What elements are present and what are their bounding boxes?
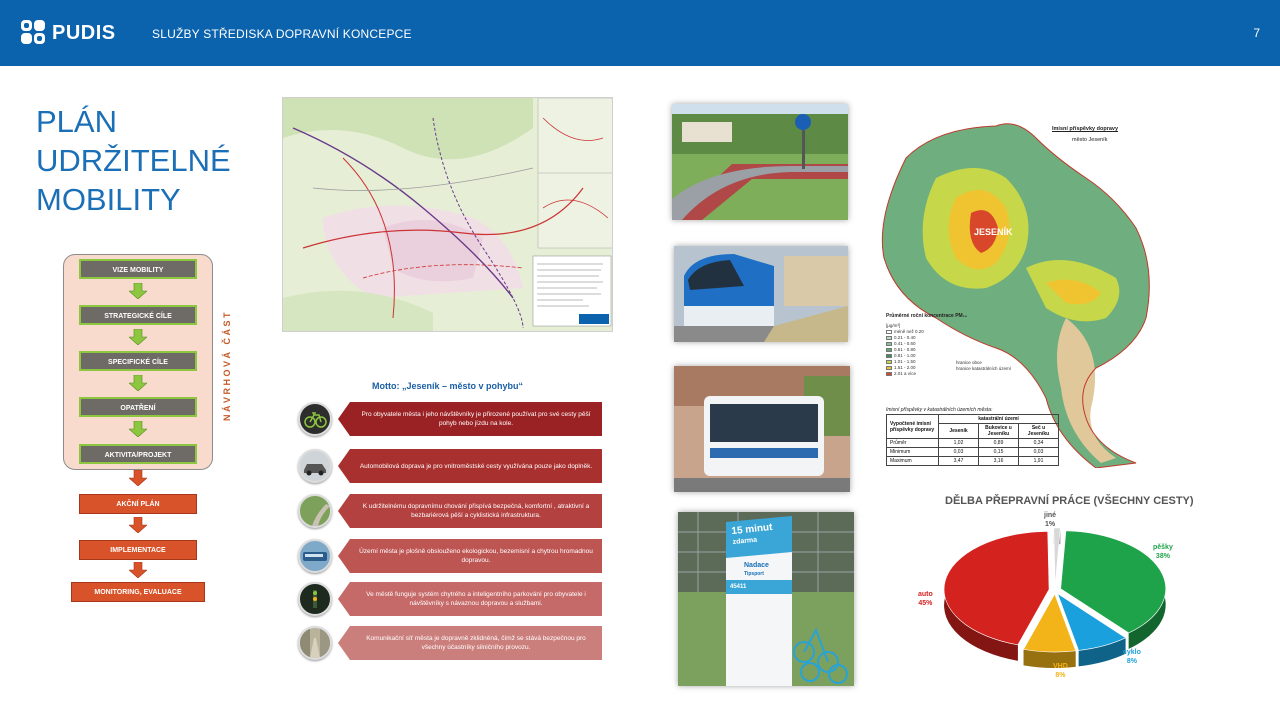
motto-text: Území města je plošně obslouženo ekologi… [338, 539, 602, 573]
green-arrow-icon [129, 421, 147, 437]
motto-item: Pro obyvatele města i jeho návštěvníky j… [298, 402, 602, 436]
chart-title: DĚLBA PŘEPRAVNÍ PRÁCE (VŠECHNY CESTY) [945, 495, 1194, 507]
pie-label-walking: pěšky 38% [1153, 544, 1173, 560]
page-title-line: UDRŽITELNÉ [36, 143, 231, 178]
pie-label-car: auto 45% [918, 591, 933, 607]
bike-station-code: 45411 [730, 584, 747, 590]
motto-item: Území města je plošně obslouženo ekologi… [298, 539, 602, 573]
motto-item: Automobilová doprava je pro vnitroměstsk… [298, 449, 602, 483]
bus-photo [674, 366, 850, 492]
flow-step-implementation: IMPLEMENTACE [79, 540, 197, 560]
pollution-table-title: Imisní příspěvky v katastrálních územích… [886, 407, 993, 413]
pie-label-public-transport: VHD 8% [1053, 663, 1068, 679]
city-network-map [282, 97, 613, 332]
motto-text: K udržitelnému dopravnímu chování přispí… [338, 494, 602, 528]
flow-step-monitoring: MONITORING, EVALUACE [71, 582, 205, 602]
pollution-table: Vypočtené imisní příspěvky dopravy katas… [886, 414, 1059, 466]
boundary-legend: hranice obce hranice katastrálních území [956, 360, 1012, 371]
modal-split-pie-chart [943, 527, 1166, 668]
motto-item: Komunikační síť města je dopravně zklidn… [298, 626, 602, 660]
page-number: 7 [1253, 26, 1260, 40]
motto-item: K udržitelnému dopravnímu chování přispí… [298, 494, 602, 528]
motto-item: Ve městě funguje systém chytrého a intel… [298, 582, 602, 616]
road-icon [298, 494, 332, 528]
motto-text: Automobilová doprava je pro vnitroměstsk… [338, 449, 602, 483]
flow-step-specific-goals: SPECIFICKÉ CÍLE [79, 351, 197, 371]
town-label: JESENÍK [974, 227, 1013, 237]
page-title: PLÁN UDRŽITELNÉ MOBILITY [36, 102, 231, 219]
motto-title: Motto: „Jeseník – město v pohybu“ [372, 381, 524, 391]
pollution-map-subtitle: město Jeseník [1072, 137, 1108, 143]
flow-step-vision: VIZE MOBILITY [79, 259, 197, 279]
logo-text: PUDIS [52, 22, 116, 44]
orange-arrow-icon [129, 470, 147, 486]
green-arrow-icon [129, 329, 147, 345]
header-title: SLUŽBY STŘEDISKA DOPRAVNÍ KONCEPCE [152, 27, 412, 41]
table-header: Vypočtené imisní příspěvky dopravy [886, 414, 939, 439]
page-title-line: PLÁN [36, 104, 117, 139]
table-header: Seč u Jeseníku [1018, 423, 1059, 439]
flow-step-action-plan: AKČNÍ PLÁN [79, 494, 197, 514]
parking-icon [298, 582, 332, 616]
bike-sharing-banner: 15 minut zdarma [730, 521, 774, 547]
bike-sharing-photo: 15 minut zdarma Nadace Tipsport 45411 [678, 512, 854, 686]
map-graphic [283, 98, 612, 331]
table-header: Jeseník [938, 423, 979, 439]
pie-label-cycling: cyklo 8% [1123, 649, 1141, 665]
bike-path-photo [672, 104, 848, 220]
table-header: katastrální území [938, 414, 1059, 424]
bicycle-icon [298, 402, 332, 436]
bus-icon [298, 539, 332, 573]
pudis-logo-icon [21, 20, 45, 44]
flow-step-measures: OPATŘENÍ [79, 397, 197, 417]
pie-label-other: jiné 1% [1044, 512, 1057, 528]
pie-slice-jiné [1053, 527, 1061, 587]
pollution-legend-title: Průměrné roční koncentrace PM₁₀ [886, 313, 968, 319]
motto-text: Ve městě funguje systém chytrého a intel… [338, 582, 602, 616]
table-row: Maximum 3,47 3,16 1,91 [886, 456, 1059, 466]
legend-item: 2.01 a více [886, 371, 924, 377]
flow-step-activity-project: AKTIVITA/PROJEKT [79, 444, 197, 464]
green-arrow-icon [129, 375, 147, 391]
table-row: Průměr 1,02 0,89 0,34 [886, 438, 1059, 448]
header-bar: PUDIS SLUŽBY STŘEDISKA DOPRAVNÍ KONCEPCE… [0, 0, 1280, 66]
orange-arrow-icon [129, 517, 147, 533]
motto-text: Pro obyvatele města i jeho návštěvníky j… [338, 402, 602, 436]
train-photo [674, 246, 848, 342]
orange-arrow-icon [129, 562, 147, 578]
table-header: Bukovice u Jeseníku [978, 423, 1019, 439]
flow-step-strategic-goals: STRATEGICKÉ CÍLE [79, 305, 197, 325]
pollution-legend: [μg/m³] méně než 0.20 0.21 - 0.40 0.41 -… [886, 323, 924, 377]
proposal-phase-label: NÁVRHOVÁ ČÁST [222, 309, 232, 421]
street-icon [298, 626, 332, 660]
table-row: Minimum 0,03 0,15 0,03 [886, 447, 1059, 457]
bike-sharing-sponsor: Nadace Tipsport [744, 562, 769, 577]
car-icon [298, 449, 332, 483]
pollution-map-title: Imisní příspěvky dopravy [1052, 126, 1119, 132]
page-title-line: MOBILITY [36, 182, 181, 217]
green-arrow-icon [129, 283, 147, 299]
motto-text: Komunikační síť města je dopravně zklidn… [338, 626, 602, 660]
